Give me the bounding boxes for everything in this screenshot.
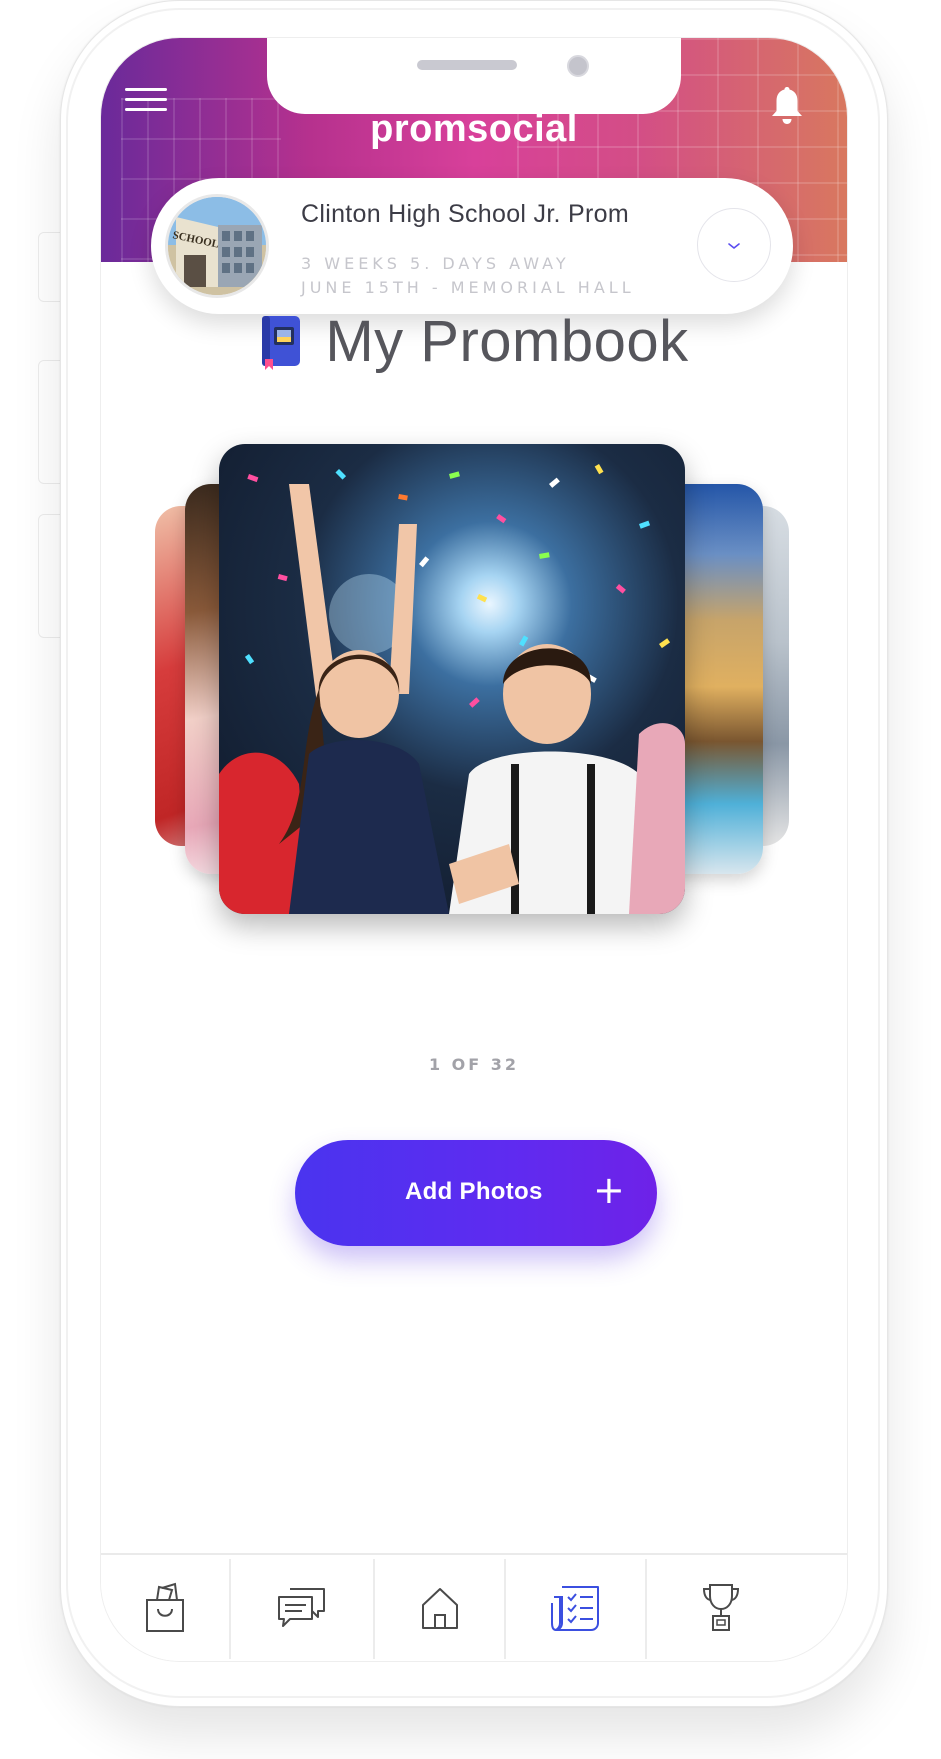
book-icon bbox=[262, 315, 301, 370]
tab-awards[interactable] bbox=[647, 1555, 795, 1661]
party-photo bbox=[219, 464, 685, 914]
event-card[interactable]: SCHOOL Clinton High School Jr. Prom 3 WE… bbox=[151, 178, 793, 314]
school-photo: SCHOOL bbox=[165, 194, 269, 298]
add-photos-label: Add Photos bbox=[405, 1178, 543, 1205]
checklist-icon bbox=[550, 1586, 599, 1632]
brand-logo: promsocial bbox=[370, 108, 578, 150]
home-icon bbox=[421, 1588, 458, 1629]
add-photos-button[interactable]: Add Photos + bbox=[295, 1140, 657, 1246]
photo-carousel[interactable] bbox=[101, 444, 847, 952]
device-notch bbox=[267, 38, 681, 114]
chat-bubbles-icon bbox=[278, 1588, 325, 1627]
photo-counter: 1 OF 32 bbox=[428, 1055, 520, 1074]
shopping-bag-icon bbox=[146, 1582, 184, 1632]
carousel-card-main[interactable] bbox=[219, 444, 685, 914]
prombook-title: My Prombook bbox=[325, 309, 689, 374]
tab-checklist[interactable] bbox=[506, 1555, 645, 1661]
event-title: Clinton High School Jr. Prom bbox=[301, 200, 629, 228]
event-details: JUNE 15TH - MEMORIAL HALL bbox=[301, 278, 635, 297]
prombook-header: My Prombook bbox=[101, 308, 847, 375]
tab-home[interactable] bbox=[375, 1555, 504, 1661]
event-dropdown-button[interactable] bbox=[697, 208, 771, 282]
trophy-icon bbox=[702, 1584, 740, 1631]
tab-messages[interactable] bbox=[231, 1555, 373, 1661]
event-countdown: 3 WEEKS 5. DAYS AWAY bbox=[301, 254, 570, 273]
chevron-down-icon bbox=[728, 243, 740, 249]
device-camera bbox=[567, 55, 589, 77]
tab-shop[interactable] bbox=[101, 1555, 229, 1661]
plus-icon: + bbox=[593, 1168, 625, 1212]
bottom-tab-bar bbox=[101, 1553, 847, 1661]
app-screen: promsocial SCHOOL Clinton High School Jr… bbox=[100, 37, 848, 1662]
device-speaker bbox=[417, 60, 517, 70]
